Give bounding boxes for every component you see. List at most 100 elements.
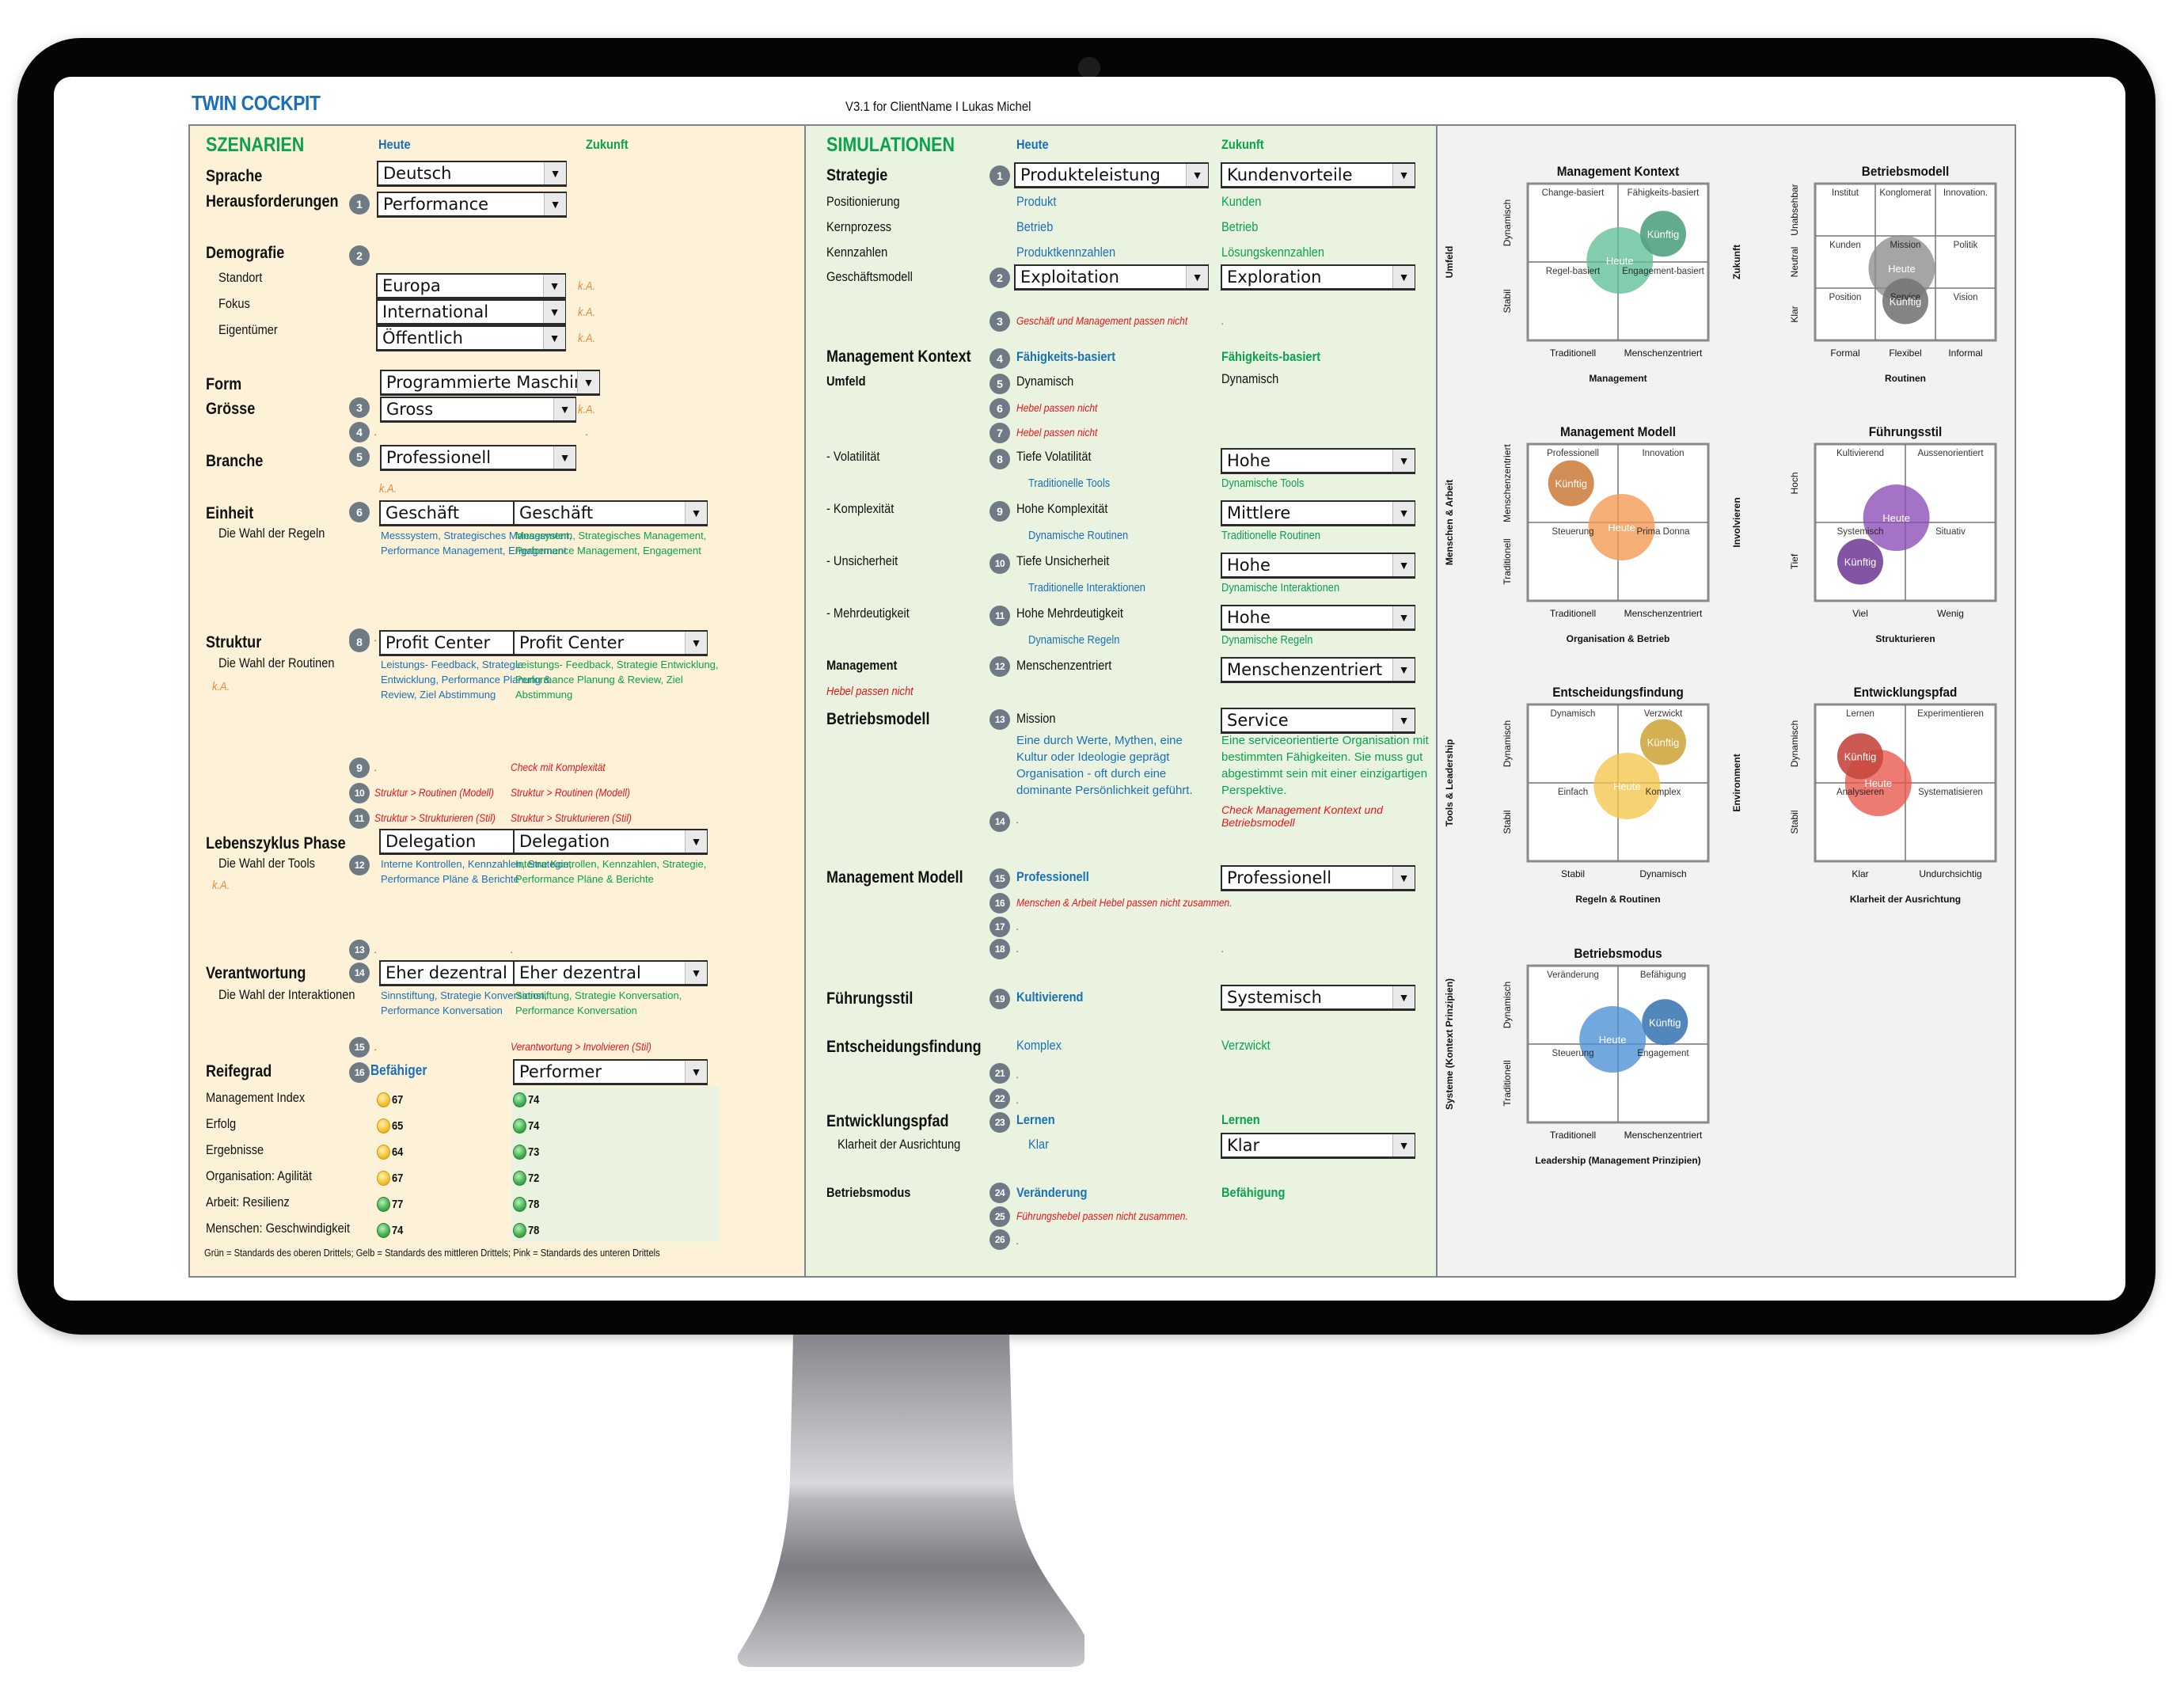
column-header-heute: Heute [1016, 137, 1049, 152]
y-axis-title: Involvieren [1731, 497, 1742, 547]
y-tick-label: Stabil [1789, 810, 1800, 834]
betriebsmodell-zukunft-description: Eine serviceorientierte Organisation mit… [1221, 734, 1429, 797]
unsicherheit-zukunft-dropdown[interactable]: Hohe ▼ [1221, 553, 1415, 579]
x-axis-title: Organisation & Betrieb [1567, 633, 1670, 644]
kennzahlen-label: Kennzahlen [826, 245, 888, 260]
volatilitaet-zukunft-dropdown[interactable]: Hohe ▼ [1221, 448, 1415, 474]
chevron-down-icon[interactable]: ▼ [543, 301, 565, 323]
chevron-down-icon[interactable]: ▼ [1392, 659, 1415, 681]
sprache-dropdown[interactable]: Deutsch ▼ [377, 161, 567, 187]
chevron-down-icon[interactable]: ▼ [1392, 709, 1415, 731]
reifegrad-zukunft-dropdown[interactable]: Performer ▼ [513, 1059, 708, 1085]
quadrant-label: Innovation. [1943, 188, 1988, 198]
metric-label: Erfolg [206, 1116, 237, 1131]
quadrant-label: Komplex [1646, 788, 1681, 797]
chevron-down-icon[interactable]: ▼ [553, 398, 575, 420]
demografie-dropdown[interactable]: Öffentlich ▼ [376, 325, 566, 351]
y-tick-label: Dynamisch [1789, 720, 1800, 767]
metric-zukunft-value: 74 [528, 1119, 540, 1133]
demografie-dropdown-value: Europa [382, 276, 441, 295]
bubble-label: Künftig [1647, 737, 1679, 749]
chevron-down-icon[interactable]: ▼ [577, 371, 599, 393]
quadrant-label: Systematisieren [1918, 788, 1983, 797]
lebenszyklus-zukunft-description: Interne Kontrollen, Kennzahlen, Strategi… [515, 858, 707, 885]
herausforderungen-label: Herausforderungen [206, 192, 339, 211]
verantwortung-zukunft-dropdown[interactable]: Eher dezentral ▼ [513, 960, 708, 986]
chevron-down-icon[interactable]: ▼ [1392, 986, 1415, 1008]
betriebsmodus-label: Betriebsmodus [826, 1185, 911, 1200]
y-tick-label: Stabil [1502, 289, 1513, 313]
geschaeftsmodell-zukunft-dropdown[interactable]: Exploration ▼ [1221, 264, 1415, 291]
fuehrungsstil-zukunft-dropdown[interactable]: Systemisch ▼ [1221, 985, 1415, 1011]
quadrant-label: Institut [1832, 188, 1859, 198]
unsicherheit-zukunft-sub: Dynamische Interaktionen [1221, 581, 1340, 594]
einheit-zukunft-dropdown[interactable]: Geschäft ▼ [513, 500, 708, 526]
status-indicator-green [377, 1223, 390, 1238]
chevron-down-icon[interactable]: ▼ [1392, 867, 1415, 889]
chevron-down-icon[interactable]: ▼ [1392, 502, 1415, 524]
status-message: Hebel passen nicht [1016, 401, 1098, 414]
chevron-down-icon[interactable]: ▼ [685, 632, 707, 654]
chevron-down-icon[interactable]: ▼ [1392, 1134, 1415, 1156]
geschaeftsmodell-label: Geschäftsmodell [826, 269, 913, 284]
chevron-down-icon[interactable]: ▼ [685, 502, 707, 524]
bubble-label: Heute [1606, 255, 1634, 267]
herausforderungen-dropdown[interactable]: Performance ▼ [377, 192, 567, 218]
komplexitaet-zukunft-dropdown[interactable]: Mittlere ▼ [1221, 500, 1415, 526]
positionierung-heute-value: Produkt [1016, 194, 1057, 209]
volatilitaet-zukunft-dropdown-value: Hohe [1227, 451, 1271, 470]
chevron-down-icon[interactable]: ▼ [553, 446, 575, 469]
chevron-down-icon[interactable]: ▼ [1392, 266, 1415, 288]
x-tick-label: Klar [1852, 868, 1868, 879]
struktur-zukunft-dropdown[interactable]: Profit Center ▼ [513, 630, 708, 656]
chevron-down-icon[interactable]: ▼ [1392, 554, 1415, 576]
chevron-down-icon[interactable]: ▼ [1392, 450, 1415, 472]
komplexitaet-zukunft-sub: Traditionelle Routinen [1221, 529, 1321, 542]
chevron-down-icon[interactable]: ▼ [1392, 606, 1415, 629]
chevron-down-icon[interactable]: ▼ [685, 1061, 707, 1083]
positionierung-zukunft-value: Kunden [1221, 194, 1262, 209]
chevron-down-icon[interactable]: ▼ [544, 162, 566, 184]
strategie-heute-dropdown[interactable]: Produkteleistung ▼ [1014, 162, 1209, 188]
umfeld-heute-value: Dynamisch [1016, 374, 1074, 389]
app-version: V3.1 for ClientName I Lukas Michel [845, 99, 1031, 114]
chevron-down-icon[interactable]: ▼ [544, 193, 566, 215]
quadrant-chart: Management Modell Professionell Innovation… [1444, 424, 1710, 644]
quadrant-label: Position [1829, 293, 1862, 302]
klarheit-zukunft-dropdown[interactable]: Klar ▼ [1221, 1133, 1415, 1159]
betriebsmodell-zukunft-dropdown[interactable]: Service ▼ [1221, 708, 1415, 734]
mehrdeutigkeit-zukunft-dropdown[interactable]: Hohe ▼ [1221, 605, 1415, 631]
chevron-down-icon[interactable]: ▼ [1186, 266, 1208, 288]
strategie-label: Strategie [826, 166, 888, 184]
groesse-dropdown[interactable]: Gross ▼ [380, 397, 576, 423]
chevron-down-icon[interactable]: ▼ [543, 327, 565, 349]
chevron-down-icon[interactable]: ▼ [1186, 164, 1208, 186]
y-axis-title: Tools & Leadership [1444, 739, 1455, 826]
y-tick-label: Hoch [1789, 472, 1800, 494]
status-indicator-green [513, 1145, 526, 1160]
chevron-down-icon[interactable]: ▼ [543, 275, 565, 297]
form-dropdown[interactable]: Programmierte Maschine ▼ [380, 370, 600, 396]
reifegrad-label: Reifegrad [206, 1062, 272, 1080]
chevron-down-icon[interactable]: ▼ [1392, 164, 1415, 186]
lebenszyklus-zukunft-dropdown-value: Delegation [519, 832, 610, 851]
lebenszyklus-zukunft-dropdown[interactable]: Delegation ▼ [513, 829, 708, 855]
quadrant-label: Innovation [1642, 449, 1684, 458]
chevron-down-icon[interactable]: ▼ [685, 962, 707, 984]
bubble-label: Künftig [1647, 228, 1679, 240]
y-tick-label: Dynamisch [1502, 982, 1513, 1028]
geschaeftsmodell-heute-dropdown[interactable]: Exploitation ▼ [1014, 264, 1209, 291]
management-zukunft-dropdown[interactable]: Menschenzentriert ▼ [1221, 657, 1415, 683]
management-modell-zukunft-dropdown[interactable]: Professionell ▼ [1221, 865, 1415, 891]
demografie-dropdown[interactable]: Europa ▼ [376, 273, 566, 299]
status-message: Struktur > Routinen (Modell) [374, 786, 494, 799]
strategie-zukunft-dropdown[interactable]: Kundenvorteile ▼ [1221, 162, 1415, 188]
zukunft-metrics-background [511, 1087, 719, 1242]
quadrant-label: Konglomerat [1879, 188, 1931, 198]
status-indicator-yellow [377, 1092, 390, 1107]
branche-dropdown[interactable]: Professionell ▼ [380, 445, 576, 471]
demografie-dropdown[interactable]: International ▼ [376, 299, 566, 325]
metric-zukunft-value: 78 [528, 1198, 540, 1211]
chevron-down-icon[interactable]: ▼ [685, 830, 707, 853]
column-header-heute: Heute [378, 137, 411, 152]
